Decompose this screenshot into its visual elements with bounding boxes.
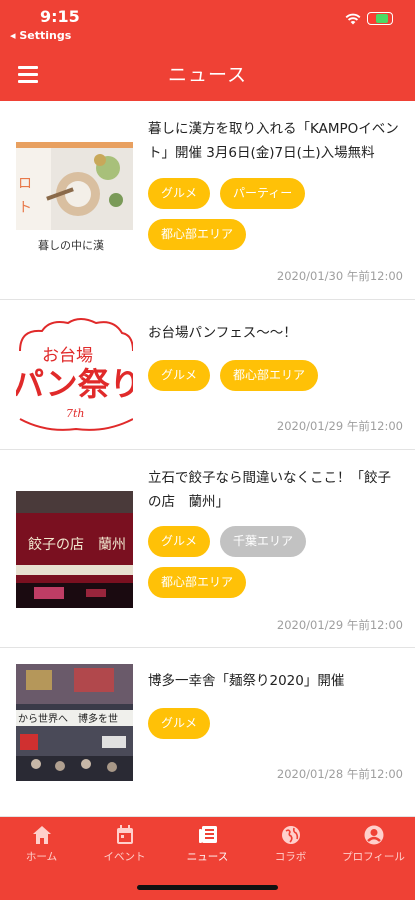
calendar-icon	[116, 825, 133, 844]
app-bar: ニュース	[0, 46, 415, 101]
tag-gourmet[interactable]: グルメ	[148, 708, 211, 739]
news-date: 2020/01/29 午前12:00	[276, 618, 403, 632]
news-thumbnail: 暮しの中に漢 ロ ト	[16, 142, 133, 259]
news-thumbnail: から世界へ 博多を世	[16, 664, 133, 781]
tag-gourmet[interactable]: グルメ	[148, 526, 211, 557]
news-date: 2020/01/28 午前12:00	[276, 767, 403, 781]
home-indicator	[137, 885, 278, 890]
thumbnail-caption: 餃子の店 蘭州	[28, 536, 126, 553]
news-item[interactable]: お台場 パン祭り 7th お台場パンフェス〜〜！ グルメ 都心部エリア 2020…	[0, 300, 415, 450]
tab-news[interactable]: ニュース	[166, 824, 249, 864]
tag-central-area[interactable]: 都心部エリア	[220, 360, 319, 391]
news-item[interactable]: から世界へ 博多を世 博多一幸舎「麺祭り2020」開催 グルメ 2020/01/…	[0, 648, 415, 817]
thumbnail-text-sub: 7th	[66, 407, 85, 420]
news-tags: グルメ パーティー 都心部エリア	[148, 178, 405, 250]
status-time: 9:15	[40, 7, 80, 26]
tab-news-label: ニュース	[186, 851, 229, 863]
thumbnail-caption: から世界へ 博多を世	[18, 712, 118, 725]
thumbnail-text-top: お台場	[42, 346, 93, 366]
wifi-icon	[345, 13, 361, 24]
profile-icon	[364, 825, 383, 845]
news-title[interactable]: お台場パンフェス〜〜！	[148, 321, 401, 345]
news-tags: グルメ 千葉エリア 都心部エリア	[148, 526, 405, 598]
news-date: 2020/01/29 午前12:00	[276, 419, 403, 433]
status-bar: 9:15 ◂ Settings	[0, 0, 415, 46]
tab-profile[interactable]: プロフィール	[332, 824, 415, 864]
back-to-settings-link[interactable]: ◂ Settings	[10, 29, 71, 42]
tag-chiba-area[interactable]: 千葉エリア	[220, 526, 307, 557]
news-date: 2020/01/30 午前12:00	[276, 269, 403, 283]
tab-collab-label: コラボ	[274, 851, 307, 863]
home-icon	[32, 826, 51, 844]
news-list: 暮しの中に漢 ロ ト 暮しに漢方を取り入れる「KAMPOイベント」開催 3月6日…	[0, 101, 415, 817]
news-title[interactable]: 立石で餃子なら間違いなくここ！「餃子の店 蘭州」	[148, 466, 401, 514]
page-title: ニュース	[167, 64, 248, 86]
tab-profile-label: プロフィール	[342, 851, 405, 863]
news-tags: グルメ	[148, 708, 405, 739]
thumbnail-side-text-1: ロ	[18, 176, 32, 192]
news-tags: グルメ 都心部エリア	[148, 360, 405, 391]
tag-gourmet[interactable]: グルメ	[148, 360, 211, 391]
thumbnail-text-main: パン祭り	[16, 365, 133, 403]
news-thumbnail: 餃子の店 蘭州	[16, 491, 133, 608]
news-title[interactable]: 暮しに漢方を取り入れる「KAMPOイベント」開催 3月6日(金)7日(土)入場無…	[148, 117, 401, 165]
news-item[interactable]: 暮しの中に漢 ロ ト 暮しに漢方を取り入れる「KAMPOイベント」開催 3月6日…	[0, 101, 415, 300]
globe-icon	[281, 826, 300, 844]
tab-home[interactable]: ホーム	[0, 824, 83, 864]
news-item[interactable]: 餃子の店 蘭州 立石で餃子なら間違いなくここ！「餃子の店 蘭州」 グルメ 千葉エ…	[0, 450, 415, 648]
news-icon	[198, 826, 217, 843]
tag-party[interactable]: パーティー	[220, 178, 306, 209]
battery-icon	[367, 12, 393, 25]
news-title[interactable]: 博多一幸舎「麺祭り2020」開催	[148, 669, 401, 693]
status-icons	[345, 12, 393, 25]
thumbnail-caption: 暮しの中に漢	[38, 238, 104, 252]
tag-gourmet[interactable]: グルメ	[148, 178, 211, 209]
tag-central-area[interactable]: 都心部エリア	[148, 219, 247, 250]
news-thumbnail: お台場 パン祭り 7th	[16, 317, 133, 434]
tab-events[interactable]: イベント	[83, 824, 166, 864]
tab-events-label: イベント	[103, 851, 146, 863]
tab-collab[interactable]: コラボ	[249, 824, 332, 864]
thumbnail-side-text-2: ト	[18, 200, 32, 216]
tag-central-area[interactable]: 都心部エリア	[148, 567, 247, 598]
tab-home-label: ホーム	[25, 851, 58, 863]
